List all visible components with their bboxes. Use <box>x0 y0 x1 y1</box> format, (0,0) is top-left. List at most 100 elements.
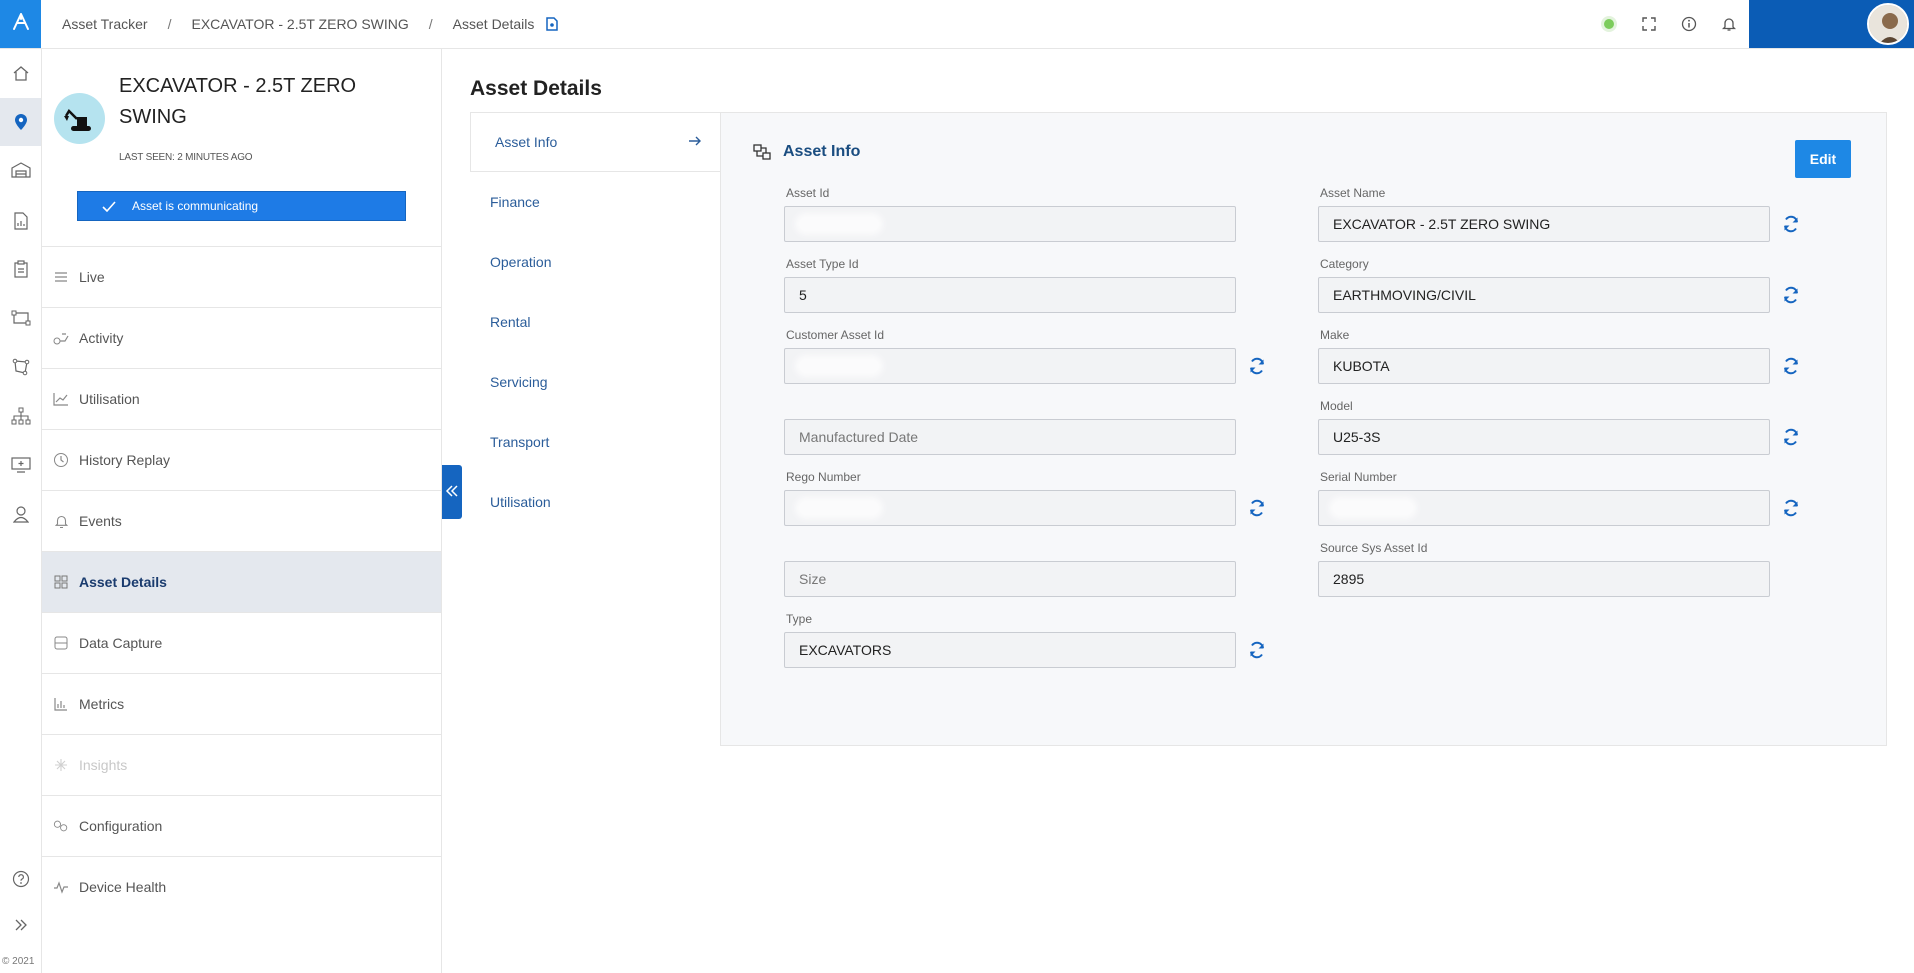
serial-number-field[interactable] <box>1318 490 1770 526</box>
arrow-right-icon <box>688 134 702 150</box>
asset-name-field[interactable]: EXCAVATOR - 2.5T ZERO SWING <box>1318 206 1770 242</box>
avatar[interactable] <box>1867 3 1909 45</box>
expand-rail-icon[interactable] <box>0 901 41 949</box>
user-menu[interactable] <box>1749 0 1914 48</box>
clipboard-icon[interactable] <box>0 245 41 293</box>
asset-menu: Live Activity Utilisation History Replay… <box>42 246 441 917</box>
tab-asset-info[interactable]: Asset Info <box>470 112 720 172</box>
rego-number-field[interactable] <box>784 490 1236 526</box>
home-icon[interactable] <box>0 49 41 97</box>
menu-item-history-replay[interactable]: History Replay <box>42 429 441 490</box>
model-field[interactable]: U25-3S <box>1318 419 1770 455</box>
category-field[interactable]: EARTHMOVING/CIVIL <box>1318 277 1770 313</box>
last-seen: LAST SEEN: 2 MINUTES AGO <box>119 152 253 163</box>
tab-transport[interactable]: Transport <box>470 412 720 472</box>
location-pin-icon[interactable] <box>0 98 41 146</box>
report-icon[interactable] <box>0 197 41 245</box>
clock-icon <box>53 452 69 468</box>
menu-item-label: Metrics <box>79 696 125 712</box>
edit-button[interactable]: Edit <box>1795 140 1851 178</box>
list-icon <box>53 269 69 285</box>
page-title: Asset Details <box>470 77 602 100</box>
document-icon[interactable] <box>546 17 559 31</box>
tab-utilisation[interactable]: Utilisation <box>470 472 720 532</box>
app-logo[interactable] <box>0 0 41 48</box>
category-label: Category <box>1320 257 1369 271</box>
line-chart-icon <box>53 391 69 407</box>
tab-finance[interactable]: Finance <box>470 172 720 232</box>
add-device-icon[interactable] <box>0 441 41 489</box>
status-online-icon <box>1600 15 1618 33</box>
geofence-icon[interactable] <box>0 343 41 391</box>
sync-icon[interactable] <box>1781 356 1801 376</box>
menu-item-device-health[interactable]: Device Health <box>42 856 441 917</box>
breadcrumb: Asset Tracker / EXCAVATOR - 2.5T ZERO SW… <box>62 0 559 48</box>
redacted-value <box>799 359 879 373</box>
check-icon <box>102 200 116 212</box>
sync-icon[interactable] <box>1781 285 1801 305</box>
sync-icon[interactable] <box>1247 640 1267 660</box>
menu-item-label: Device Health <box>79 879 167 895</box>
warehouse-icon[interactable] <box>0 146 41 194</box>
model-label: Model <box>1320 399 1353 413</box>
menu-item-asset-details[interactable]: Asset Details <box>42 551 441 612</box>
activity-icon <box>53 330 69 346</box>
menu-item-label: Live <box>79 269 105 285</box>
bell-icon[interactable] <box>1720 15 1738 33</box>
menu-item-label: Utilisation <box>79 391 140 407</box>
tab-rental[interactable]: Rental <box>470 292 720 352</box>
bar-chart-icon <box>53 696 69 712</box>
sync-icon[interactable] <box>1781 214 1801 234</box>
menu-item-data-capture[interactable]: Data Capture <box>42 612 441 673</box>
hierarchy-icon[interactable] <box>0 392 41 440</box>
menu-item-metrics[interactable]: Metrics <box>42 673 441 734</box>
breadcrumb-item-asset[interactable]: EXCAVATOR - 2.5T ZERO SWING <box>191 16 408 32</box>
menu-item-configuration[interactable]: Configuration <box>42 795 441 856</box>
menu-item-live[interactable]: Live <box>42 246 441 307</box>
bell-icon <box>53 513 69 529</box>
fullscreen-icon[interactable] <box>1640 15 1658 33</box>
make-field[interactable]: KUBOTA <box>1318 348 1770 384</box>
sync-icon[interactable] <box>1247 498 1267 518</box>
menu-item-label: Activity <box>79 330 124 346</box>
manufactured-date-field[interactable]: Manufactured Date <box>784 419 1236 455</box>
size-field[interactable]: Size <box>784 561 1236 597</box>
breadcrumb-separator: / <box>167 16 172 32</box>
top-icons <box>1600 0 1738 48</box>
type-field[interactable]: EXCAVATORS <box>784 632 1236 668</box>
gears-icon <box>53 818 69 834</box>
tab-operation[interactable]: Operation <box>470 232 720 292</box>
sync-icon[interactable] <box>1781 498 1801 518</box>
sync-icon[interactable] <box>1781 427 1801 447</box>
info-icon[interactable] <box>1680 15 1698 33</box>
source-sys-asset-id-field[interactable]: 2895 <box>1318 561 1770 597</box>
menu-item-events[interactable]: Events <box>42 490 441 551</box>
sync-icon[interactable] <box>1247 356 1267 376</box>
top-bar: Asset Tracker / EXCAVATOR - 2.5T ZERO SW… <box>0 0 1914 49</box>
help-icon[interactable] <box>0 855 41 903</box>
asset-info-icon <box>753 144 771 160</box>
redacted-value <box>1333 501 1413 515</box>
menu-item-utilisation[interactable]: Utilisation <box>42 368 441 429</box>
menu-item-insights: Insights <box>42 734 441 795</box>
logo-icon <box>10 11 32 38</box>
serial-number-label: Serial Number <box>1320 470 1397 484</box>
user-icon[interactable] <box>0 490 41 538</box>
asset-id-field[interactable] <box>784 206 1236 242</box>
customer-asset-id-field[interactable] <box>784 348 1236 384</box>
communication-status-banner: Asset is communicating <box>77 191 406 221</box>
route-icon[interactable] <box>0 294 41 342</box>
breadcrumb-item-asset-tracker[interactable]: Asset Tracker <box>62 16 148 32</box>
excavator-icon <box>54 93 105 144</box>
menu-item-activity[interactable]: Activity <box>42 307 441 368</box>
source-sys-asset-id-label: Source Sys Asset Id <box>1320 541 1428 555</box>
breadcrumb-item-asset-details: Asset Details <box>452 16 535 32</box>
icon-rail: © 2021 <box>0 49 42 973</box>
heartbeat-icon <box>53 879 69 895</box>
collapse-panel-button[interactable] <box>442 465 462 519</box>
copyright: © 2021 <box>2 956 35 967</box>
asset-info-card: Asset Info Edit Asset Id Asset Type Id 5… <box>720 112 1887 746</box>
asset-type-id-field[interactable]: 5 <box>784 277 1236 313</box>
grid-icon <box>53 574 69 590</box>
tab-servicing[interactable]: Servicing <box>470 352 720 412</box>
